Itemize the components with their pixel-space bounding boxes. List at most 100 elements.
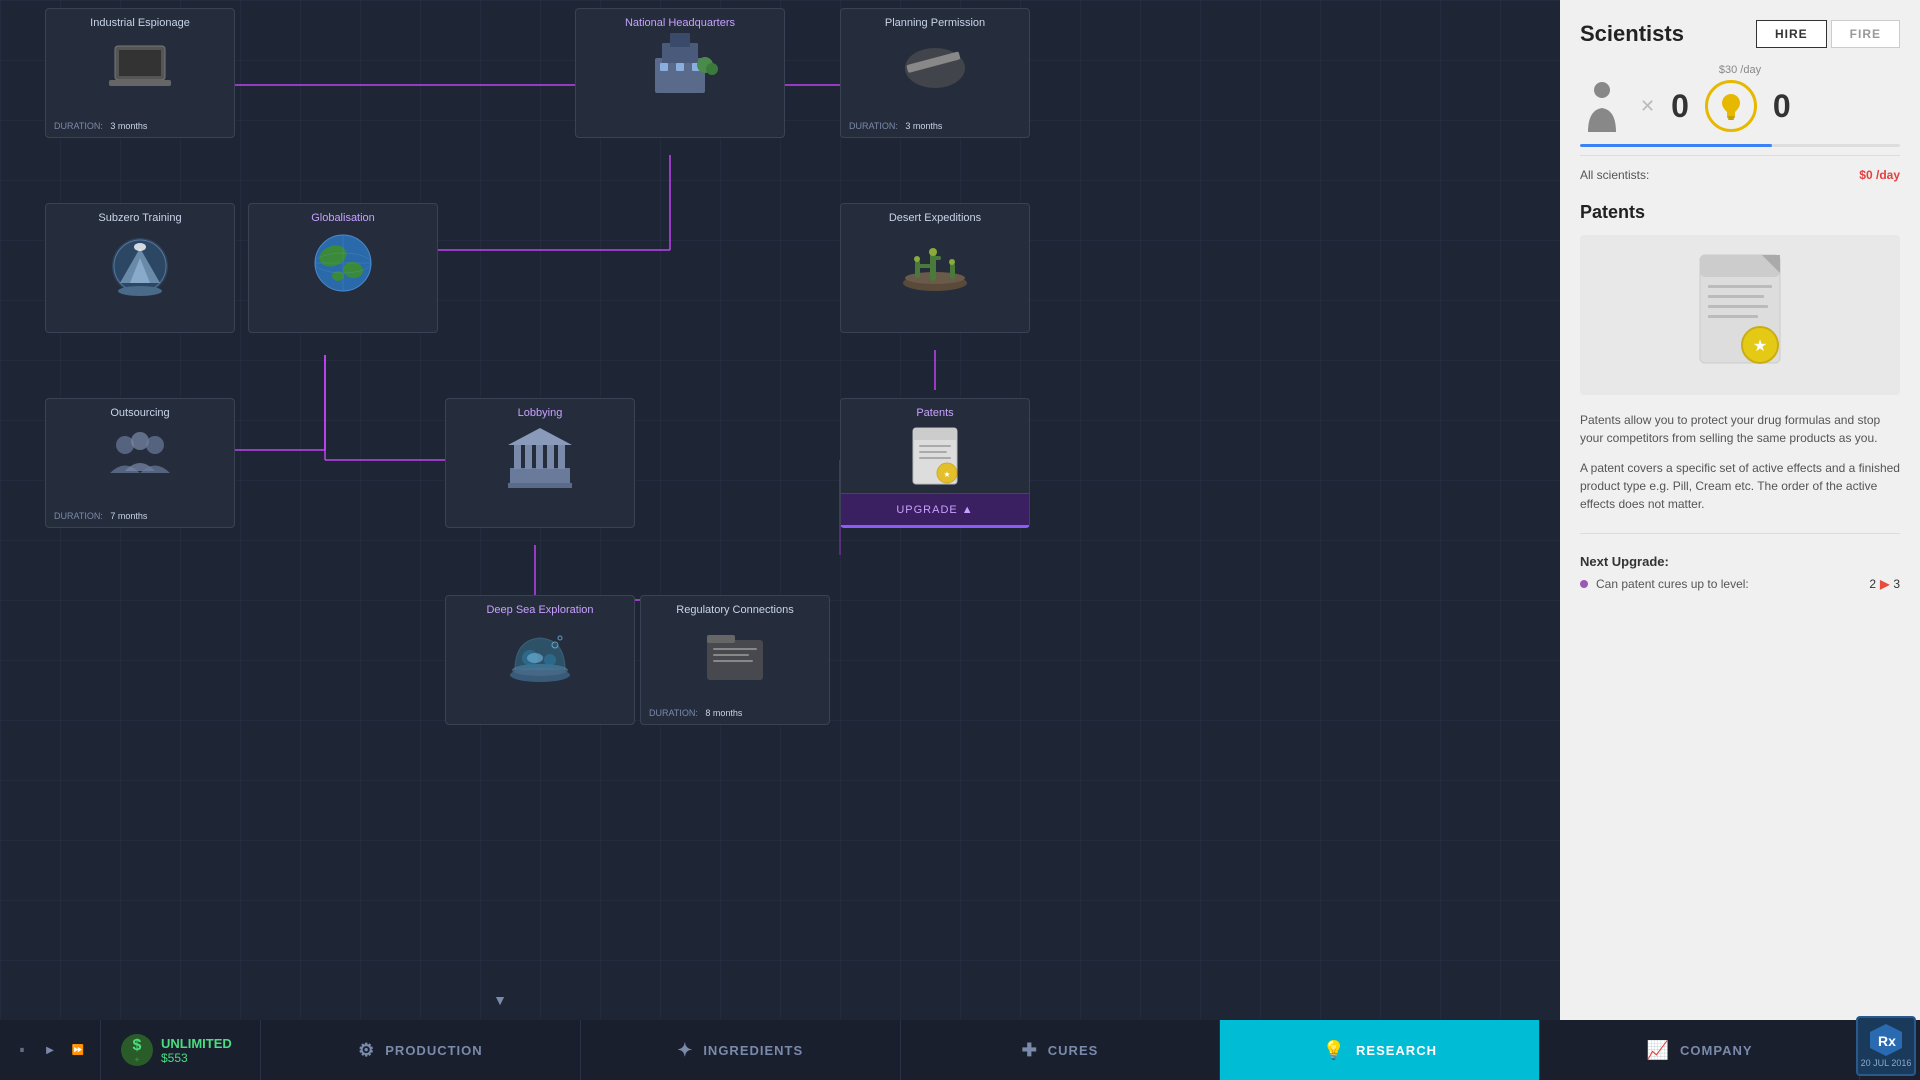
nav-label-ingredients: INGREDIENTS <box>703 1043 803 1058</box>
nav-item-ingredients[interactable]: ✦ INGREDIENTS <box>581 1020 901 1080</box>
panel-title: Scientists <box>1580 21 1684 47</box>
scientist-left <box>1580 80 1624 132</box>
node-title: Planning Permission <box>841 9 1029 33</box>
upgrade-arrow-right: ▶ <box>1880 577 1889 591</box>
upgrade-button[interactable]: UPGRADE ▲ <box>841 493 1029 525</box>
logo-hex: Rx <box>1870 1024 1902 1056</box>
cures-icon: ✚ <box>1022 1040 1038 1061</box>
node-icon <box>100 228 180 298</box>
all-scientists-row: All scientists: $0 /day <box>1580 168 1900 182</box>
taskbar-nav: ⚙ PRODUCTION ✦ INGREDIENTS ✚ CURES 💡 RES… <box>261 1020 1860 1080</box>
nav-item-company[interactable]: 📈 COMPANY <box>1540 1020 1860 1080</box>
upgrade-feature-label: Can patent cures up to level: <box>1596 577 1749 591</box>
bulb-icon <box>1705 80 1757 132</box>
node-icon <box>695 620 775 690</box>
money-info: UNLIMITED $553 <box>161 1036 232 1065</box>
nav-item-research[interactable]: 💡 RESEARCH <box>1220 1020 1540 1080</box>
play-button[interactable]: ▶ <box>40 1040 60 1060</box>
node-title: Patents <box>841 399 1029 423</box>
node-duration: DURATION: 7 months <box>46 507 234 527</box>
node-duration: DURATION: 8 months <box>641 704 829 724</box>
nav-label-research: RESEARCH <box>1356 1043 1437 1058</box>
patent-image-box: ★ <box>1580 235 1900 395</box>
nav-item-cures[interactable]: ✚ CURES <box>901 1020 1221 1080</box>
right-panel: Scientists HIRE FIRE $30 /day ✕ 0 <box>1560 0 1920 1080</box>
patent-desc-1: Patents allow you to protect your drug f… <box>1580 411 1900 447</box>
node-industrial-espionage[interactable]: Industrial Espionage DURATION: 3 months <box>45 8 235 138</box>
next-upgrade-section: Next Upgrade: Can patent cures up to lev… <box>1580 554 1900 591</box>
node-title: Industrial Espionage <box>46 9 234 33</box>
pause-button[interactable]: ⏸ <box>12 1040 32 1060</box>
node-icon <box>100 423 180 493</box>
next-upgrade-title: Next Upgrade: <box>1580 554 1900 569</box>
node-icon <box>895 33 975 103</box>
node-subzero-training[interactable]: Subzero Training <box>45 203 235 333</box>
svg-text:Rx: Rx <box>1878 1033 1896 1049</box>
upgrade-values: 2 ▶ 3 <box>1869 577 1900 591</box>
node-title: National Headquarters <box>576 9 784 33</box>
divider2 <box>1580 533 1900 534</box>
node-duration: DURATION: 3 months <box>841 117 1029 137</box>
upgrade-from: 2 <box>1869 577 1876 591</box>
nav-label-cures: CURES <box>1048 1043 1099 1058</box>
scientist-progress <box>1580 144 1900 147</box>
lightbulb-svg <box>1719 92 1743 120</box>
production-icon: ⚙ <box>358 1040 375 1061</box>
big-pharma-logo: Rx 20 JUL 2016 <box>1856 1016 1916 1076</box>
patent-document-svg: ★ <box>1680 245 1800 385</box>
nav-label-production: PRODUCTION <box>385 1043 482 1058</box>
node-icon <box>640 33 720 103</box>
divider <box>1580 155 1900 156</box>
node-lobbying[interactable]: Lobbying <box>445 398 635 528</box>
fire-button[interactable]: FIRE <box>1831 20 1900 48</box>
progress-fill <box>1580 144 1772 147</box>
node-regulatory-connections[interactable]: Regulatory Connections DURATION: 8 month… <box>640 595 830 725</box>
node-title: Deep Sea Exploration <box>446 596 634 620</box>
money-amount: $553 <box>161 1051 232 1065</box>
scientist-figure-icon <box>1580 80 1624 132</box>
ingredients-icon: ✦ <box>677 1040 693 1061</box>
node-icon: ★ <box>895 423 975 493</box>
all-scientists-cost: $0 /day <box>1859 168 1900 182</box>
panel-buttons: HIRE FIRE <box>1756 20 1900 48</box>
upgrade-to: 3 <box>1893 577 1900 591</box>
rx-icon: Rx <box>1874 1028 1898 1052</box>
node-icon <box>100 33 180 103</box>
pause-controls: ⏸ ▶ ⏩ <box>0 1020 101 1080</box>
node-title: Lobbying <box>446 399 634 423</box>
money-display: $ + UNLIMITED $553 <box>101 1020 261 1080</box>
salary-label: $30 /day <box>1580 64 1900 76</box>
company-icon: 📈 <box>1647 1040 1670 1061</box>
taskbar: ⏸ ▶ ⏩ $ + UNLIMITED $553 ⚙ PRODUCTION ✦ … <box>0 1020 1920 1080</box>
nav-item-production[interactable]: ⚙ PRODUCTION <box>261 1020 581 1080</box>
node-title: Desert Expeditions <box>841 204 1029 228</box>
node-globalisation[interactable]: Globalisation <box>248 203 438 333</box>
node-national-headquarters[interactable]: National Headquarters <box>575 8 785 138</box>
node-patents[interactable]: Patents ★ UPGRADE ▲ <box>840 398 1030 528</box>
scroll-down-indicator[interactable]: ▼ <box>490 990 510 1010</box>
game-date: 20 JUL 2016 <box>1861 1058 1912 1068</box>
scientists-row: ✕ 0 0 <box>1580 80 1900 132</box>
node-icon <box>895 228 975 298</box>
money-unlimited: UNLIMITED <box>161 1036 232 1051</box>
scientist-count: 0 <box>1671 88 1689 125</box>
node-icon <box>500 423 580 493</box>
money-icon: $ + <box>121 1034 153 1066</box>
node-title: Globalisation <box>249 204 437 228</box>
connections-svg <box>0 0 1560 1080</box>
svg-text:★: ★ <box>943 470 950 479</box>
research-icon: 💡 <box>1323 1040 1346 1061</box>
upgrade-dot <box>1580 580 1588 588</box>
research-area: Industrial Espionage DURATION: 3 months … <box>0 0 1560 1080</box>
fast-forward-button[interactable]: ⏩ <box>68 1040 88 1060</box>
node-outsourcing[interactable]: Outsourcing DURATION: 7 months <box>45 398 235 528</box>
node-icon <box>303 228 383 298</box>
node-desert-expeditions[interactable]: Desert Expeditions <box>840 203 1030 333</box>
node-icon <box>500 620 580 690</box>
bulb-count: 0 <box>1773 88 1791 125</box>
upgrade-row: Can patent cures up to level: 2 ▶ 3 <box>1580 577 1900 591</box>
node-planning-permission[interactable]: Planning Permission DURATION: 3 months <box>840 8 1030 138</box>
hire-button[interactable]: HIRE <box>1756 20 1827 48</box>
node-deep-sea[interactable]: Deep Sea Exploration <box>445 595 635 725</box>
node-title: Outsourcing <box>46 399 234 423</box>
